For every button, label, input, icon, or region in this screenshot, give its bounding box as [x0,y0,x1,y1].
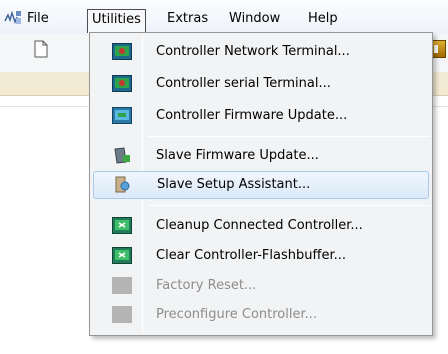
menu-item-label: Slave Firmware Update... [156,148,319,163]
menu-separator [148,205,430,206]
menu-help[interactable]: Help [304,9,342,31]
serial-terminal-icon [112,75,132,92]
menu-extras[interactable]: Extras [163,9,212,31]
setup-assistant-icon [115,176,130,193]
menu-separator [148,136,430,137]
menu-item-label: Controller Firmware Update... [156,108,348,123]
menu-item-clear-controller-flashbuffer[interactable]: Clear Controller-Flashbuffer... [93,242,429,270]
menu-item-preconfigure-controller[interactable]: Preconfigure Controller... [93,301,429,329]
new-document-icon[interactable] [34,40,48,58]
slave-firmware-icon [114,147,130,164]
menu-item-slave-setup-assistant[interactable]: Slave Setup Assistant... [93,171,429,199]
firmware-update-icon [112,107,132,124]
menu-item-controller-serial-terminal[interactable]: Controller serial Terminal... [93,70,429,98]
menu-item-factory-reset[interactable]: Factory Reset... [93,272,429,300]
menu-item-label: Controller serial Terminal... [156,76,331,91]
utilities-dropdown-menu: Controller Network Terminal... Controlle… [89,32,433,336]
menu-item-label: Preconfigure Controller... [156,307,318,322]
menu-bar: File Utilities Extras Window Help [0,0,448,34]
menu-item-label: Cleanup Connected Controller... [156,218,363,233]
menu-item-label: Clear Controller-Flashbuffer... [156,248,346,263]
preconfigure-icon [112,306,132,323]
menu-item-label: Factory Reset... [156,278,257,293]
menu-item-label: Controller Network Terminal... [156,44,350,59]
app-logo-icon [4,10,21,25]
menu-item-controller-firmware-update[interactable]: Controller Firmware Update... [93,102,429,130]
menu-item-cleanup-connected-controller[interactable]: Cleanup Connected Controller... [93,212,429,240]
clear-flash-icon [112,247,132,264]
cleanup-icon [112,217,132,234]
menu-item-slave-firmware-update[interactable]: Slave Firmware Update... [93,142,429,170]
menu-item-controller-network-terminal[interactable]: Controller Network Terminal... [93,38,429,66]
menu-file[interactable]: File [23,9,53,31]
network-terminal-icon [112,43,132,60]
menu-window[interactable]: Window [225,9,284,31]
menu-item-label: Slave Setup Assistant... [157,177,311,192]
factory-reset-icon [112,277,132,294]
menu-utilities[interactable]: Utilities [87,9,146,33]
